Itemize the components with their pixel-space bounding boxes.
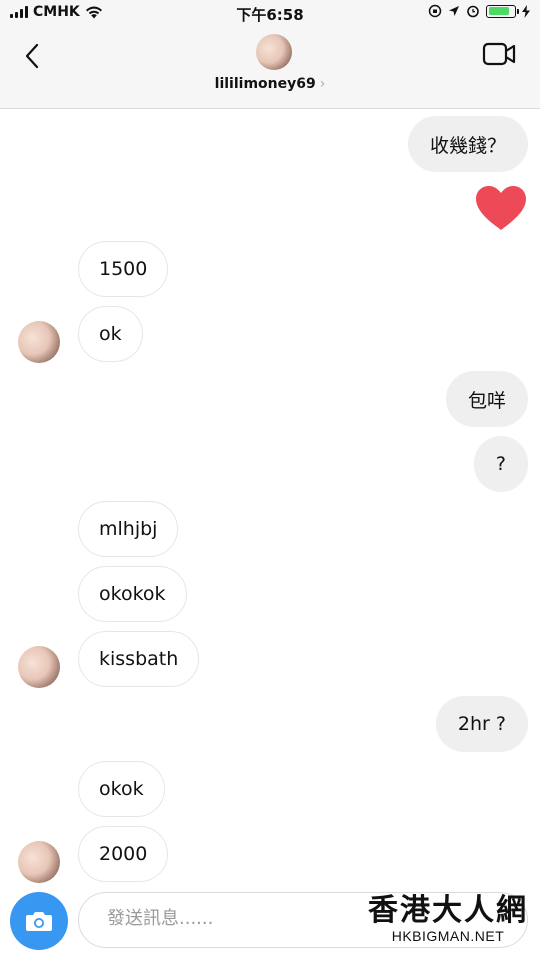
- message-bubble-outgoing[interactable]: 2hr ?: [435, 696, 528, 752]
- message-text: 收幾錢？: [429, 134, 506, 157]
- video-call-button[interactable]: [482, 40, 518, 70]
- message-bubble-incoming[interactable]: mlhjbj: [78, 501, 179, 557]
- message-bubble-incoming[interactable]: 2000: [78, 826, 169, 882]
- message-bubble-incoming[interactable]: ok: [78, 306, 143, 362]
- message-text: okok: [99, 778, 144, 800]
- message-composer: 香港大人網 HKBIGMAN.NET: [0, 886, 540, 960]
- alarm-icon: [467, 5, 479, 18]
- watermark: 香港大人網 HKBIGMAN.NET: [368, 893, 528, 945]
- profile-avatar[interactable]: [256, 34, 292, 70]
- message-text: 包咩: [467, 389, 506, 412]
- video-call-icon: [482, 42, 516, 66]
- message-bubble-incoming[interactable]: kissbath: [78, 631, 200, 687]
- message-bubble-outgoing[interactable]: 包咩: [445, 371, 528, 427]
- sender-avatar[interactable]: [18, 646, 60, 688]
- message-text: ok: [99, 323, 122, 345]
- message-bubble-incoming[interactable]: okokok: [78, 566, 187, 622]
- sender-avatar[interactable]: [18, 841, 60, 883]
- message-bubble-outgoing[interactable]: 收幾錢？: [407, 116, 528, 172]
- message-thread[interactable]: 收幾錢？ 1500 ok 包咩 ? mlhjbj okokok kissbath…: [0, 108, 540, 886]
- chevron-right-icon: ›: [319, 76, 326, 92]
- status-bar: CMHK 下午6:58: [0, 0, 540, 28]
- sender-avatar[interactable]: [18, 321, 60, 363]
- message-bubble-incoming[interactable]: okok: [78, 761, 165, 817]
- conversation-header: lililimoney69 ›: [0, 28, 540, 109]
- watermark-subtitle: HKBIGMAN.NET: [391, 928, 505, 944]
- heart-icon[interactable]: [474, 184, 528, 232]
- back-button[interactable]: [14, 38, 50, 74]
- chevron-left-icon: [25, 43, 39, 69]
- battery-icon: [486, 4, 519, 18]
- orientation-lock-icon: [428, 4, 442, 18]
- message-text: 2000: [99, 843, 148, 865]
- message-text: 1500: [99, 258, 148, 280]
- message-text: okokok: [99, 583, 166, 605]
- message-text: kissbath: [99, 648, 179, 670]
- message-bubble-outgoing[interactable]: ?: [473, 436, 528, 492]
- message-bubble-incoming[interactable]: 1500: [78, 241, 169, 297]
- message-text: mlhjbj: [99, 518, 158, 540]
- message-input[interactable]: [105, 907, 369, 930]
- watermark-title: 香港大人網: [368, 893, 528, 928]
- camera-button[interactable]: [10, 892, 68, 950]
- charging-icon: [522, 4, 530, 18]
- message-text: ?: [495, 453, 506, 475]
- message-text: 2hr ?: [457, 713, 506, 735]
- camera-icon: [26, 912, 52, 931]
- username-link[interactable]: lililimoney69 ›: [0, 76, 540, 92]
- location-icon: [449, 6, 459, 16]
- username-text: lililimoney69: [214, 76, 316, 92]
- status-right: [428, 4, 530, 18]
